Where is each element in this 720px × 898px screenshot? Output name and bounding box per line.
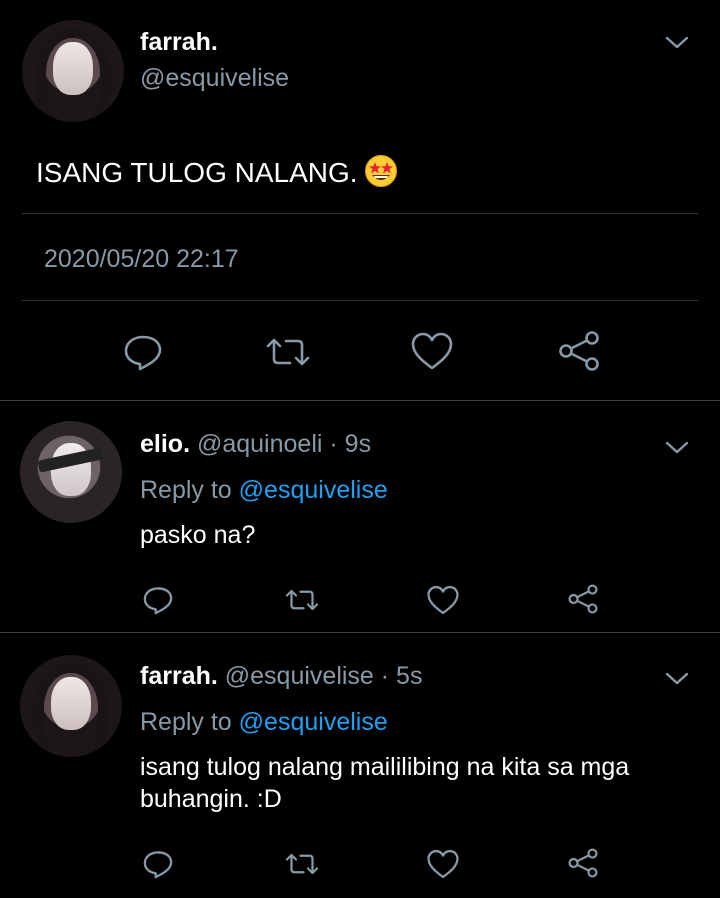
reply-button[interactable] xyxy=(120,330,166,374)
tweet-age: · 9s xyxy=(329,430,372,458)
speech-bubble-icon xyxy=(124,335,162,371)
divider xyxy=(22,213,698,214)
like-button[interactable] xyxy=(424,847,462,881)
reply-tweet[interactable]: elio. @aquinoeli · 9s Reply to @esquivel… xyxy=(0,401,720,631)
retweet-button[interactable] xyxy=(282,847,322,881)
share-button[interactable] xyxy=(564,581,602,617)
replying-to-label: Reply to xyxy=(140,476,232,504)
reply-text: pasko na? xyxy=(140,521,256,549)
retweet-button[interactable] xyxy=(262,330,314,374)
share-icon xyxy=(568,848,598,878)
share-button[interactable] xyxy=(554,328,604,374)
reply-header: elio. @aquinoeli · 9s xyxy=(140,430,371,459)
heart-icon xyxy=(427,849,459,879)
like-button[interactable] xyxy=(408,328,456,374)
tweet-text-content: ISANG TULOG NALANG. xyxy=(36,157,358,188)
avatar[interactable] xyxy=(22,20,124,122)
star-struck-emoji-icon xyxy=(364,154,398,188)
timestamp: 2020/05/20 22:17 xyxy=(44,245,239,273)
chevron-down-icon[interactable] xyxy=(665,441,689,455)
replying-to: Reply to @esquivelise xyxy=(140,476,388,505)
share-icon xyxy=(559,331,599,371)
username-handle[interactable]: @esquivelise xyxy=(140,64,289,93)
reply-header: farrah. @esquivelise · 5s xyxy=(140,662,422,691)
username-handle[interactable]: @esquivelise xyxy=(225,662,374,690)
heart-icon xyxy=(411,332,453,370)
speech-bubble-icon xyxy=(143,587,173,615)
reply-button[interactable] xyxy=(140,847,176,881)
avatar[interactable] xyxy=(20,421,122,523)
replying-to: Reply to @esquivelise xyxy=(140,708,388,737)
tweet-age: · 5s xyxy=(380,662,423,690)
chevron-down-icon[interactable] xyxy=(665,672,689,686)
replying-to-label: Reply to xyxy=(140,708,232,736)
divider xyxy=(22,300,698,301)
reply-text-line: isang tulog nalang maililibing na kita s… xyxy=(140,753,630,781)
share-button[interactable] xyxy=(564,845,602,881)
main-tweet: farrah. @esquivelise ISANG TULOG NALANG.… xyxy=(0,0,720,400)
retweet-icon xyxy=(285,853,319,875)
tweet-text: ISANG TULOG NALANG. xyxy=(36,154,398,189)
reply-tweet[interactable]: farrah. @esquivelise · 5s Reply to @esqu… xyxy=(0,633,720,898)
reply-button[interactable] xyxy=(140,583,176,617)
reply-text-line: buhangin. :D xyxy=(140,785,282,813)
retweet-icon xyxy=(266,338,310,366)
display-name[interactable]: farrah. xyxy=(140,28,218,57)
heart-icon xyxy=(427,585,459,615)
speech-bubble-icon xyxy=(143,851,173,879)
avatar[interactable] xyxy=(20,655,122,757)
username-handle[interactable]: @aquinoeli xyxy=(197,430,322,458)
share-icon xyxy=(568,584,598,614)
display-name[interactable]: farrah. xyxy=(140,662,218,690)
reply-text: isang tulog nalang maililibing na kita s… xyxy=(140,751,710,815)
retweet-icon xyxy=(285,589,319,611)
mention-link[interactable]: @esquivelise xyxy=(239,476,388,504)
chevron-down-icon[interactable] xyxy=(665,36,689,50)
retweet-button[interactable] xyxy=(282,583,322,617)
display-name[interactable]: elio. xyxy=(140,430,190,458)
mention-link[interactable]: @esquivelise xyxy=(239,708,388,736)
like-button[interactable] xyxy=(424,583,462,617)
